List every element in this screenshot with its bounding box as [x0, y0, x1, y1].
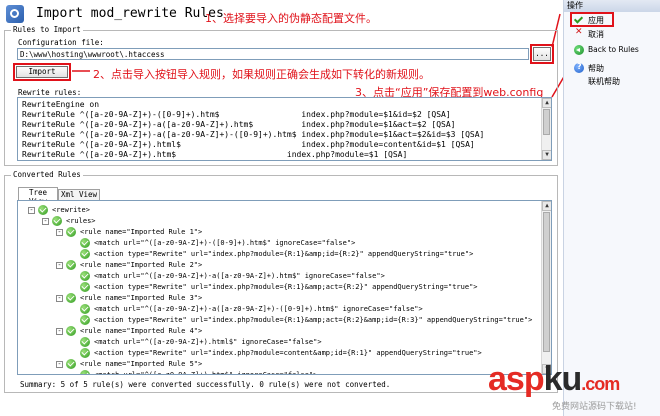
tab-xml-view[interactable]: Xml View	[58, 189, 100, 200]
check-circle-icon	[80, 282, 90, 292]
tree-node-text: <action type="Rewrite" url="index.php?mo…	[94, 316, 533, 324]
rewrite-scrollbar[interactable]: ▲ ▼	[541, 98, 551, 160]
check-circle-icon	[80, 238, 90, 248]
help-icon	[574, 62, 584, 73]
config-file-field[interactable]: D:\www\hosting\wwwroot\.htaccess	[17, 48, 529, 60]
rewrite-line: RewriteRule ^([a-z0-9A-Z]+).html$ index.…	[22, 140, 475, 149]
scroll-thumb[interactable]	[543, 212, 550, 352]
tree-node-text: <match url="^([a-z0-9A-Z]+)-([0-9]+).htm…	[94, 239, 356, 247]
tree-node-text: <rewrite>	[52, 206, 90, 214]
tree-scrollbar[interactable]: ▲ ▼	[541, 201, 551, 374]
check-circle-icon	[66, 293, 76, 303]
tree-node-text: <match url="^([a-z0-9A-Z]+).html$" ignor…	[94, 338, 322, 346]
check-circle-icon	[66, 260, 76, 270]
watermark-part-c: .com	[581, 374, 620, 394]
tree-node-text: <rule name="Imported Rule 3">	[80, 294, 203, 302]
import-button[interactable]: Import	[16, 66, 68, 78]
tree-expander-icon[interactable]: -	[56, 229, 63, 236]
rewrite-rules-textarea[interactable]: RewriteEngine on RewriteRule ^([a-z0-9A-…	[17, 97, 552, 161]
tab-tree-view[interactable]: Tree View	[18, 187, 58, 206]
check-circle-icon	[80, 348, 90, 358]
watermark-tagline: 免费网站源码下载站!	[552, 402, 637, 412]
rewrite-line: RewriteRule ^([a-z0-9A-Z]+)-a([a-z0-9A-Z…	[22, 130, 485, 139]
tree-node-text: <rule name="Imported Rule 2">	[80, 261, 203, 269]
actions-header: 操作	[564, 0, 660, 12]
watermark-part-a: asp	[488, 360, 545, 398]
watermark-logo: aspku.com	[488, 360, 620, 399]
tree-node-text: <match url="^([a-z0-9A-Z]+)-a([a-z0-9A-Z…	[94, 272, 385, 280]
check-circle-icon	[52, 216, 62, 226]
tree-expander-icon[interactable]: -	[56, 361, 63, 368]
scroll-up-icon[interactable]: ▲	[542, 201, 551, 211]
rewrite-line: RewriteEngine on	[22, 100, 100, 109]
tree-node-text: <rule name="Imported Rule 5">	[80, 360, 203, 368]
check-circle-icon	[80, 337, 90, 347]
check-circle-icon	[80, 315, 90, 325]
cancel-x-icon	[574, 27, 584, 39]
config-file-label: Configuration file:	[18, 38, 104, 47]
tree-node-text: <action type="Rewrite" url="index.php?mo…	[94, 349, 482, 357]
tree-node-text: <action type="Rewrite" url="index.php?mo…	[94, 283, 478, 291]
converted-rules-legend: Converted Rules	[11, 170, 83, 179]
check-circle-icon	[80, 304, 90, 314]
online-help-label: 联机帮助	[588, 77, 620, 86]
scroll-up-icon[interactable]: ▲	[542, 98, 551, 108]
tree-expander-icon[interactable]: -	[42, 218, 49, 225]
check-circle-icon	[66, 227, 76, 237]
tree-expander-icon[interactable]: -	[56, 262, 63, 269]
scroll-down-icon[interactable]: ▼	[542, 150, 551, 160]
tree-node-text: <match url="^([a-z0-9A-Z]+).htm$" ignore…	[94, 371, 318, 375]
check-circle-icon	[38, 205, 48, 215]
tree-node-text: <rule name="Imported Rule 1">	[80, 228, 203, 236]
tree-expander-icon[interactable]: -	[28, 207, 35, 214]
back-to-rules-label: Back to Rules	[588, 45, 639, 54]
conversion-summary: Summary: 5 of 5 rule(s) were converted s…	[20, 380, 391, 389]
apply-check-icon	[574, 15, 584, 25]
rewrite-line: RewriteRule ^([a-z0-9A-Z]+)-([0-9]+).htm…	[22, 110, 451, 119]
back-arrow-icon	[574, 45, 584, 55]
tree-view-panel: - <rewrite> - <rules> - <rule name="Imported …	[17, 200, 552, 375]
check-circle-icon	[66, 359, 76, 369]
check-circle-icon	[80, 271, 90, 281]
rules-to-import-legend: Rules to Import	[11, 25, 83, 34]
tree-node-text: <action type="Rewrite" url="index.php?mo…	[94, 250, 474, 258]
check-circle-icon	[66, 326, 76, 336]
browse-button[interactable]: ...	[533, 47, 551, 61]
tree-expander-icon[interactable]: -	[56, 328, 63, 335]
check-circle-icon	[80, 370, 90, 374]
rewrite-line: RewriteRule ^([a-z0-9A-Z]+).htm$ index.p…	[22, 150, 408, 159]
apply-label: 应用	[588, 16, 604, 25]
watermark-part-b: ku	[543, 360, 583, 398]
cancel-label: 取消	[588, 30, 604, 39]
rewrite-rules-label: Rewrite rules:	[18, 88, 82, 97]
tree-node-text: <rule name="Imported Rule 4">	[80, 327, 203, 335]
tree-expander-icon[interactable]: -	[56, 295, 63, 302]
scroll-thumb[interactable]	[543, 109, 550, 135]
actions-pane: 操作 应用 取消 Back to Rules 帮助 联机帮助	[563, 0, 660, 416]
tree-node-text: <match url="^([a-z0-9A-Z]+)-a([a-z0-9A-Z…	[94, 305, 423, 313]
help-label: 帮助	[588, 64, 604, 73]
check-circle-icon	[80, 249, 90, 259]
rewrite-line: RewriteRule ^([a-z0-9A-Z]+)-a([a-z0-9A-Z…	[22, 120, 456, 129]
tree-node-text: <rules>	[66, 217, 96, 225]
